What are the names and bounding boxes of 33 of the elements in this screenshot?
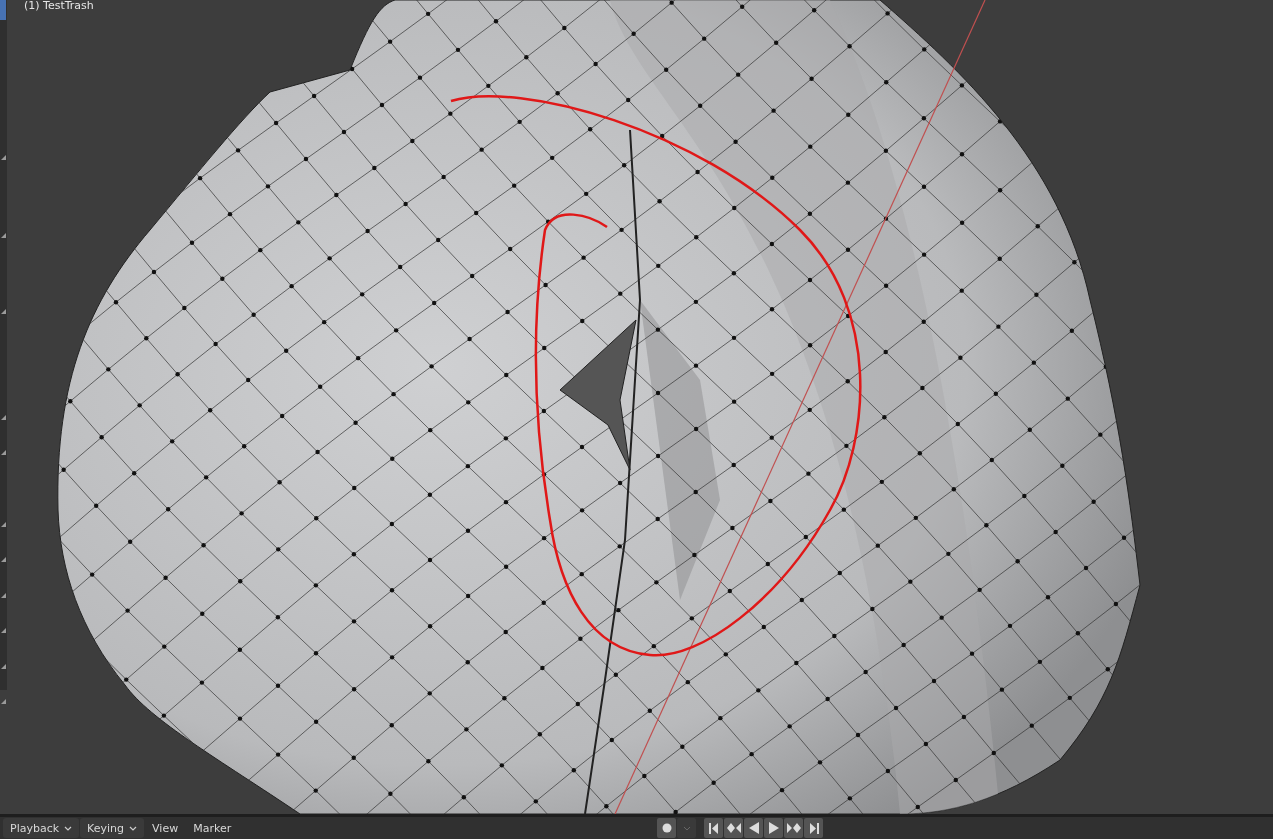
dropdown-menu[interactable]: Keying [80,818,145,838]
chevron-icon [64,825,73,831]
corner-icon[interactable] [1,155,6,161]
jump-end-icon [808,822,819,834]
corner-icon[interactable] [1,592,6,598]
corner-icon[interactable] [1,309,6,315]
play-button[interactable] [764,818,783,838]
jump-start-icon [708,822,719,834]
jump-end-button[interactable] [804,818,823,838]
menu-item[interactable]: Marker [186,818,239,838]
chevron-icon [682,825,691,831]
previous-keyframe-icon [726,823,741,833]
corner-icon[interactable] [1,450,6,455]
record-button[interactable] [657,818,676,838]
next-keyframe-icon [786,823,801,833]
next-keyframe-button[interactable] [784,818,803,838]
dropdown-menu[interactable]: Playback [3,818,80,838]
play-reverse-button[interactable] [744,818,763,838]
corner-icon[interactable] [1,699,6,705]
corner-icon[interactable] [1,557,6,563]
play-icon [768,822,779,834]
chevron-icon [129,825,138,831]
corner-icon[interactable] [1,521,6,527]
corner-icon[interactable] [1,414,6,420]
menu-item[interactable]: View [145,818,186,838]
corner-icon[interactable] [1,232,6,238]
dot-icon [661,823,672,833]
corner-icon[interactable] [1,663,6,669]
previous-keyframe-button[interactable] [724,818,743,838]
play-reverse-icon [748,822,759,834]
jump-start-button[interactable] [704,818,723,838]
corner-icon[interactable] [1,628,6,634]
object-label: (1) TestTrash [24,0,94,12]
